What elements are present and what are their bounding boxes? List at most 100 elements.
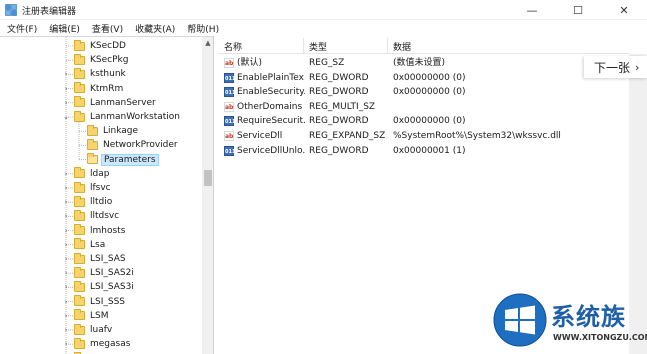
list-item[interactable]: ab ServiceDll REG_EXPAND_SZ %SystemRoot%\Sy… (219, 129, 629, 143)
chevron-right-icon[interactable]: › (62, 266, 70, 280)
value-data: 0x00000001 (1) (393, 145, 466, 156)
list-item[interactable]: ab OtherDomains REG_MULTI_SZ (219, 100, 629, 114)
tree-item[interactable]: lltdsvc (74, 209, 121, 223)
chevron-right-icon[interactable]: › (62, 252, 70, 266)
chevron-right-icon: › (635, 60, 640, 74)
value-name: OtherDomains (237, 101, 303, 112)
scroll-up-arrow-icon[interactable]: ▲ (202, 37, 213, 49)
value-type: REG_DWORD (309, 116, 369, 127)
folder-icon (74, 195, 85, 207)
minimize-button[interactable]: — (509, 0, 555, 20)
tree-item[interactable]: Lsa (74, 238, 107, 252)
tree-item[interactable]: lfsvc (74, 181, 113, 195)
tree-scroll-thumb[interactable] (204, 170, 212, 186)
folder-icon (87, 153, 98, 165)
tree-item-label: LanmanServer (90, 97, 156, 108)
folder-icon (74, 309, 85, 321)
column-header-type[interactable]: 类型 (304, 38, 388, 54)
folder-icon (74, 67, 85, 79)
chevron-right-icon[interactable]: › (62, 209, 70, 223)
tree-item[interactable]: LSI_SAS3i (74, 280, 136, 294)
chevron-down-icon[interactable]: ⌄ (62, 110, 70, 124)
list-item[interactable]: 011 EnableSecurity... REG_DWORD 0x00000000 … (219, 85, 629, 99)
tree-item[interactable]: LanmanServer (74, 96, 158, 110)
folder-icon (74, 337, 85, 349)
watermark-url: WWW.XITONGZU.COM (553, 333, 647, 342)
chevron-right-icon[interactable]: › (62, 82, 70, 96)
value-name: ServiceDll (237, 131, 283, 141)
tree-item-label: KSecPkg (90, 55, 129, 66)
windows-logo-icon (493, 293, 547, 347)
tree-item-label: KtmRm (90, 83, 124, 94)
menu-help[interactable]: 帮助(H) (183, 22, 223, 35)
value-name: (默认) (237, 58, 263, 68)
tree-item[interactable]: LSI_SAS (74, 252, 128, 266)
value-type: REG_EXPAND_SZ (309, 131, 386, 141)
chevron-right-icon[interactable]: › (62, 167, 70, 181)
menu-file[interactable]: 文件(F) (3, 22, 41, 35)
tree-item-label: Lsa (90, 239, 106, 250)
tree-item[interactable]: Linkage (87, 124, 140, 138)
chevron-right-icon[interactable]: › (62, 295, 70, 309)
tree-item[interactable]: megasas (74, 337, 132, 351)
watermark-brand: 系统族 (551, 303, 626, 331)
maximize-button[interactable]: ☐ (555, 0, 601, 20)
next-image-button[interactable]: 下一张 › (584, 56, 647, 78)
chevron-right-icon[interactable]: › (62, 309, 70, 323)
chevron-right-icon[interactable]: › (62, 181, 70, 195)
tree-item[interactable]: LSM (74, 309, 111, 323)
chevron-right-icon[interactable]: › (62, 96, 70, 110)
tree-item-label: luafv (90, 325, 113, 335)
chevron-right-icon[interactable]: › (62, 323, 70, 337)
tree-item-label: KSecDD (90, 41, 126, 51)
value-type: REG_DWORD (309, 72, 369, 83)
tree-item[interactable]: ksthunk (74, 67, 128, 81)
chevron-right-icon[interactable]: › (62, 238, 70, 252)
value-name: RequireSecurit... (237, 116, 305, 127)
menu-view[interactable]: 查看(V) (88, 22, 127, 35)
tree-item-label: lltdsvc (90, 211, 120, 222)
folder-icon (74, 252, 85, 264)
tree-item[interactable]: KSecPkg (74, 53, 130, 67)
key-tree-pane[interactable]: KSecDD KSecPkg ksthunk › KtmRm › LanmanServer ›… (0, 36, 214, 354)
menu-favorites[interactable]: 收藏夹(A) (131, 22, 179, 35)
folder-icon (74, 266, 85, 278)
close-button[interactable]: ✕ (601, 0, 647, 20)
tree-item[interactable]: KtmRm (74, 82, 125, 96)
folder-icon (74, 323, 85, 335)
tree-item[interactable]: LanmanWorkstation (74, 110, 182, 124)
folder-icon (74, 96, 85, 108)
list-item[interactable]: 011EnablePlainTex...REG_DWORD0x00000000 … (219, 71, 629, 85)
list-header: 名称 类型 数据 (219, 38, 629, 54)
tree-item[interactable]: lmhosts (74, 224, 127, 238)
value-type: REG_SZ (309, 58, 345, 68)
tree-item[interactable]: LSI_SAS2i (74, 266, 136, 280)
list-item[interactable]: 011 RequireSecurit... REG_DWORD 0x00000000 … (219, 114, 629, 128)
tree-item[interactable]: KSecDD (74, 39, 128, 53)
binary-value-icon: 011 (224, 72, 235, 83)
chevron-right-icon[interactable]: › (62, 224, 70, 238)
tree-item[interactable]: NetworkProvider (87, 138, 180, 152)
chevron-right-icon[interactable]: › (62, 280, 70, 294)
value-name: EnablePlainTex... (237, 72, 305, 83)
list-item[interactable]: ab (默认) REG_SZ (数值未设置) (219, 56, 629, 70)
list-item[interactable]: 011 ServiceDllUnlo... REG_DWORD 0x00000001 … (219, 144, 629, 158)
column-header-name[interactable]: 名称 (219, 38, 304, 54)
tree-scrollbar[interactable]: ▲ (202, 37, 213, 354)
registry-editor-icon (5, 4, 17, 16)
chevron-right-icon[interactable]: › (62, 337, 70, 351)
tree-item[interactable]: luafv (74, 323, 114, 337)
chevron-right-icon[interactable]: › (62, 67, 70, 81)
menu-edit[interactable]: 编辑(E) (45, 22, 84, 35)
tree-item[interactable]: LSI_SSS (74, 295, 127, 309)
folder-icon (87, 124, 98, 136)
chevron-right-icon[interactable]: › (62, 195, 70, 209)
tree-item-label: ldap (90, 168, 110, 179)
folder-icon (74, 295, 85, 307)
tree-item[interactable]: ldap (74, 167, 111, 181)
column-header-data[interactable]: 数据 (388, 38, 629, 54)
folder-icon (87, 138, 98, 150)
binary-value-icon: 011 (224, 87, 235, 98)
tree-item[interactable]: Parameters (87, 153, 159, 167)
tree-item[interactable]: lltdio (74, 195, 114, 209)
